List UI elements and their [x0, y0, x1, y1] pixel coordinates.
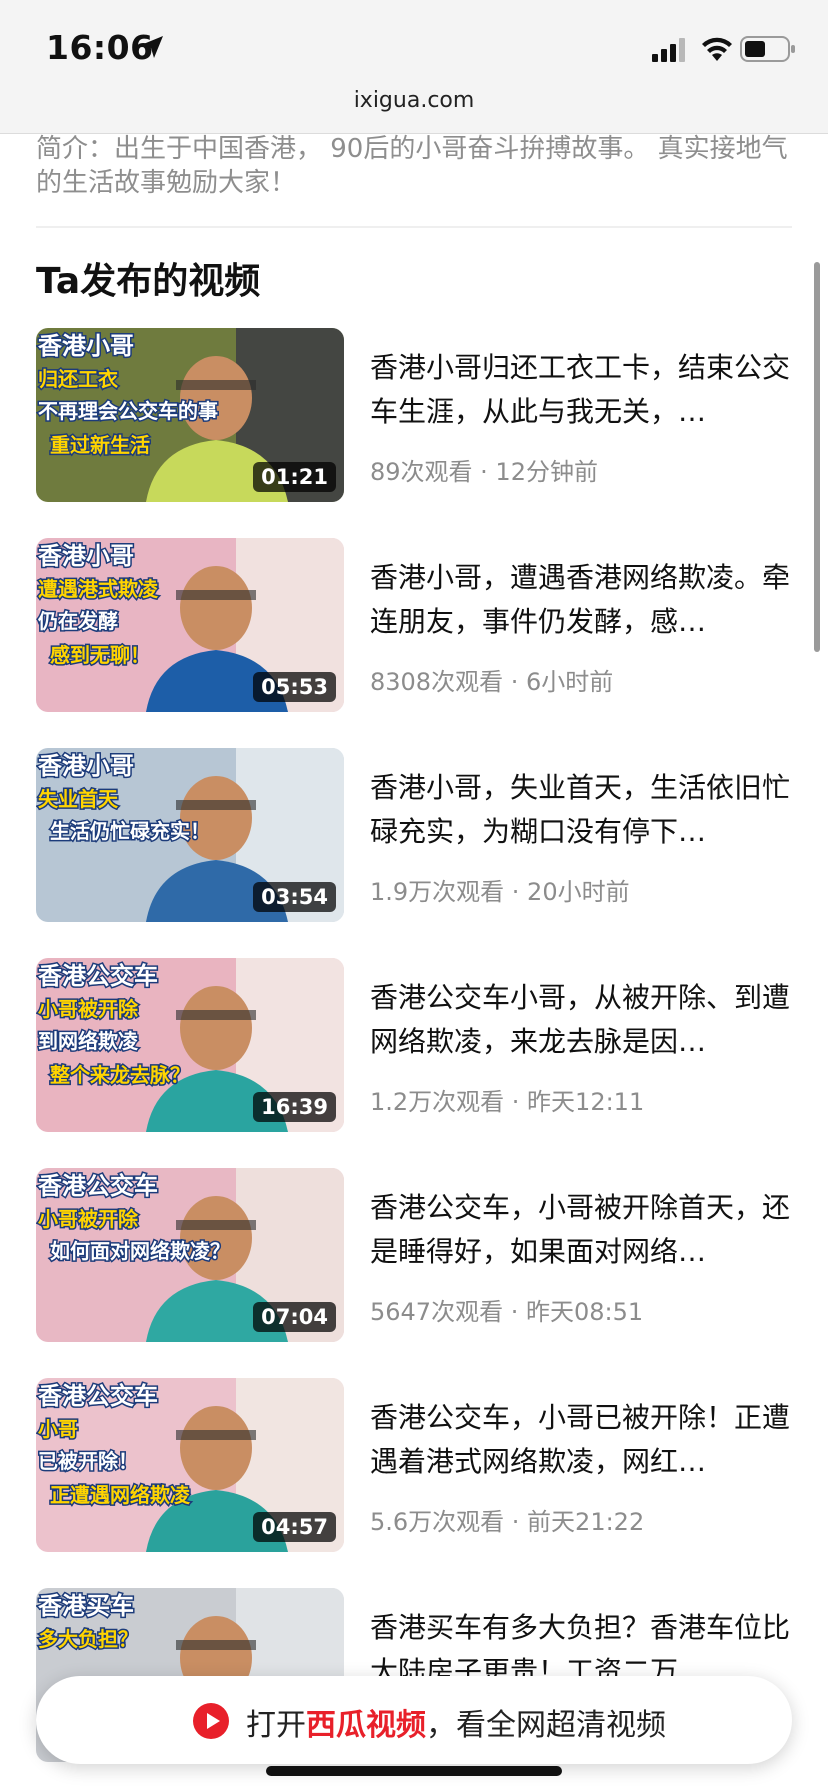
section-divider [36, 226, 792, 228]
thumbnail-caption: 仍在发酵 [37, 609, 118, 633]
video-item[interactable]: 香港小哥失业首天生活仍忙碌充实！ 03:54 香港小哥，失业首天，生活依旧忙碌充实… [0, 748, 828, 922]
thumbnail-caption: 整个来龙去脉？ [49, 1063, 190, 1087]
status-and-url-bar: 16:06 ixigua.com [0, 0, 828, 134]
thumbnail-caption: 小哥被开除 [38, 1207, 139, 1231]
location-arrow-icon [141, 36, 163, 58]
duration-badge: 07:04 [253, 1302, 336, 1332]
thumbnail-caption: 小哥被开除 [38, 997, 139, 1021]
video-meta: 5.6万次观看 · 前天21:22 [370, 1508, 645, 1536]
banner-brand: 西瓜视频 [306, 1708, 426, 1743]
open-app-text[interactable]: 打开西瓜视频，看全网超清视频 [246, 1700, 666, 1744]
thumbnail-caption: 香港公交车 [38, 1172, 158, 1200]
status-time: 16:06 [46, 28, 154, 67]
thumbnail-caption: 香港小哥 [38, 542, 134, 570]
address-bar-url[interactable]: ixigua.com [0, 88, 828, 113]
duration-badge: 05:53 [253, 672, 336, 702]
thumbnail-caption: 正遭遇网络欺凌 [50, 1483, 191, 1507]
duration-badge: 16:39 [253, 1092, 336, 1122]
home-indicator [266, 1766, 562, 1776]
video-item[interactable]: 香港小哥归还工衣不再理会公交车的事重过新生活 01:21 香港小哥归还工衣工卡，结… [0, 328, 828, 502]
thumbnail-caption: 已被开除！ [38, 1449, 138, 1473]
profile-intro: 简介：出生于中国香港， 90后的小哥奋斗拚搏故事。 真实接地气的生活故事勉励大家… [36, 134, 788, 198]
banner-suffix: ，看全网超清视频 [426, 1708, 666, 1743]
thumbnail-caption: 多大负担？ [38, 1627, 138, 1651]
section-title: Ta发布的视频 [36, 261, 261, 302]
duration-badge: 03:54 [253, 882, 336, 912]
video-item[interactable]: 香港公交车小哥已被开除！ 正遭遇网络欺凌 04:57 香港公交车，小哥已被开除！正遭… [0, 1378, 828, 1552]
thumbnail-caption: 遭遇港式欺凌 [38, 577, 159, 601]
video-title[interactable]: 香港公交车，小哥被开除首天，还是睡得好，如果面对网络… [370, 1186, 800, 1274]
thumbnail-caption: 生活仍忙碌充实！ [50, 819, 210, 843]
thumbnail-caption: 如何面对网络欺凌？ [50, 1239, 230, 1263]
video-item[interactable]: 香港小哥遭遇港式欺凌 仍在发酵感到无聊！ 05:53 香港小哥，遭遇香港网络欺凌。牵… [0, 538, 828, 712]
thumbnail-caption: 感到无聊！ [50, 643, 150, 667]
thumbnail-caption: 小哥 [38, 1417, 78, 1441]
thumbnail-caption: 香港小哥 [38, 752, 134, 780]
cellular-signal-icon [652, 38, 685, 62]
battery-icon [740, 36, 795, 62]
thumbnail-caption: 不再理会公交车的事 [38, 399, 218, 423]
video-thumbnail[interactable]: 香港公交车小哥被开除到网络欺凌整个来龙去脉？ 16:39 [36, 958, 344, 1132]
video-meta: 1.9万次观看 · 20小时前 [370, 878, 630, 906]
video-thumbnail[interactable]: 香港公交车小哥被开除如何面对网络欺凌？ 07:04 [36, 1168, 344, 1342]
xigua-play-icon [193, 1703, 229, 1739]
thumbnail-caption: 归还工衣 [38, 367, 118, 391]
video-title[interactable]: 香港公交车小哥，从被开除、到遭网络欺凌，来龙去脉是因… [370, 976, 800, 1064]
video-item[interactable]: 香港公交车小哥被开除如何面对网络欺凌？ 07:04 香港公交车，小哥被开除首天，还… [0, 1168, 828, 1342]
thumbnail-caption: 到网络欺凌 [38, 1029, 139, 1053]
video-thumbnail[interactable]: 香港小哥遭遇港式欺凌 仍在发酵感到无聊！ 05:53 [36, 538, 344, 712]
duration-badge: 04:57 [253, 1512, 336, 1542]
video-title[interactable]: 香港小哥归还工衣工卡，结束公交车生涯，从此与我无关，… [370, 346, 800, 434]
open-app-banner[interactable]: 打开西瓜视频，看全网超清视频 [36, 1676, 792, 1764]
duration-badge: 01:21 [253, 462, 336, 492]
wifi-icon [702, 37, 732, 61]
thumbnail-caption: 香港公交车 [38, 1382, 158, 1410]
banner-prefix: 打开 [246, 1708, 306, 1743]
video-thumbnail[interactable]: 香港小哥失业首天生活仍忙碌充实！ 03:54 [36, 748, 344, 922]
video-title[interactable]: 香港小哥，遭遇香港网络欺凌。牵连朋友，事件仍发酵，感… [370, 556, 800, 644]
video-meta: 5647次观看 · 昨天08:51 [370, 1298, 644, 1326]
video-thumbnail[interactable]: 香港公交车小哥已被开除！ 正遭遇网络欺凌 04:57 [36, 1378, 344, 1552]
thumbnail-caption: 香港公交车 [38, 962, 158, 990]
thumbnail-caption: 香港小哥 [38, 332, 134, 360]
thumbnail-caption: 香港买车 [38, 1592, 134, 1620]
video-title[interactable]: 香港小哥，失业首天，生活依旧忙碌充实，为糊口没有停下… [370, 766, 800, 854]
video-item[interactable]: 香港公交车小哥被开除到网络欺凌整个来龙去脉？ 16:39 香港公交车小哥，从被开除… [0, 958, 828, 1132]
video-meta: 1.2万次观看 · 昨天12:11 [370, 1088, 645, 1116]
thumbnail-caption: 重过新生活 [50, 433, 150, 457]
video-meta: 89次观看 · 12分钟前 [370, 458, 598, 486]
video-meta: 8308次观看 · 6小时前 [370, 668, 614, 696]
video-title[interactable]: 香港公交车，小哥已被开除！正遭遇着港式网络欺凌，网红… [370, 1396, 800, 1484]
scrollbar[interactable] [814, 262, 820, 652]
video-thumbnail[interactable]: 香港小哥归还工衣不再理会公交车的事重过新生活 01:21 [36, 328, 344, 502]
thumbnail-caption: 失业首天 [38, 787, 119, 811]
